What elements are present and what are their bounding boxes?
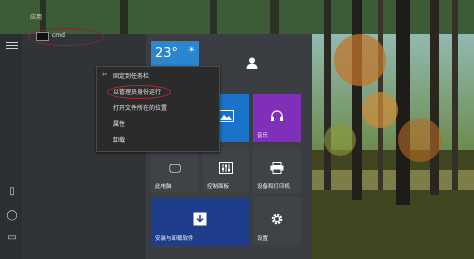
gear-icon: [271, 213, 283, 225]
control-panel-label: 控制面板: [207, 184, 230, 190]
ctx-run-as-admin[interactable]: 以管理员身份运行: [113, 87, 161, 96]
ctx-properties[interactable]: 属性: [113, 119, 125, 128]
hamburger-menu-icon[interactable]: [6, 40, 18, 52]
ctx-pin-taskbar[interactable]: 固定到任务栏: [113, 71, 149, 80]
programs-features-label: 安装与卸载软件: [155, 236, 194, 242]
music-label: 音乐: [257, 133, 269, 139]
ctx-uninstall[interactable]: 卸载: [113, 135, 125, 144]
music-tile[interactable]: 音乐: [253, 94, 301, 142]
section-label: 应用: [30, 14, 43, 21]
image-icon: [218, 110, 234, 123]
pin-icon: ⇦: [102, 71, 108, 78]
cmd-app-label[interactable]: cmd: [52, 32, 65, 39]
headphones-icon: [271, 110, 283, 122]
user-avatar-icon[interactable]: ◯: [6, 210, 18, 222]
programs-features-tile[interactable]: 安装与卸载软件: [151, 197, 249, 245]
ctx-open-file-location[interactable]: 打开文件所在的位置: [113, 103, 167, 112]
start-rail: ▯ ◯ ▭: [0, 34, 22, 259]
cmd-icon[interactable]: [36, 32, 49, 41]
weather-temp: 23°: [155, 46, 179, 61]
install-icon: [193, 212, 207, 226]
control-panel-tile[interactable]: 控制面板: [203, 147, 249, 193]
control-panel-icon: [219, 162, 233, 175]
devices-printers-tile[interactable]: 设备和打印机: [253, 147, 301, 193]
settings-label: 设置: [257, 236, 269, 242]
this-pc-tile[interactable]: 🖵 此电脑: [151, 147, 199, 193]
user-icon: [246, 57, 258, 70]
this-pc-label: 此电脑: [155, 184, 172, 190]
documents-icon[interactable]: ▯: [6, 186, 18, 198]
monitor-icon: 🖵: [169, 161, 181, 176]
printer-icon: [270, 162, 284, 175]
devices-printers-label: 设备和打印机: [257, 184, 291, 190]
pictures-icon[interactable]: ▭: [6, 232, 18, 244]
sun-icon: ☀: [187, 45, 195, 54]
settings-tile[interactable]: 设置: [253, 197, 301, 245]
context-menu: ⇦ 固定到任务栏 以管理员身份运行 打开文件所在的位置 属性 卸载: [96, 66, 220, 152]
